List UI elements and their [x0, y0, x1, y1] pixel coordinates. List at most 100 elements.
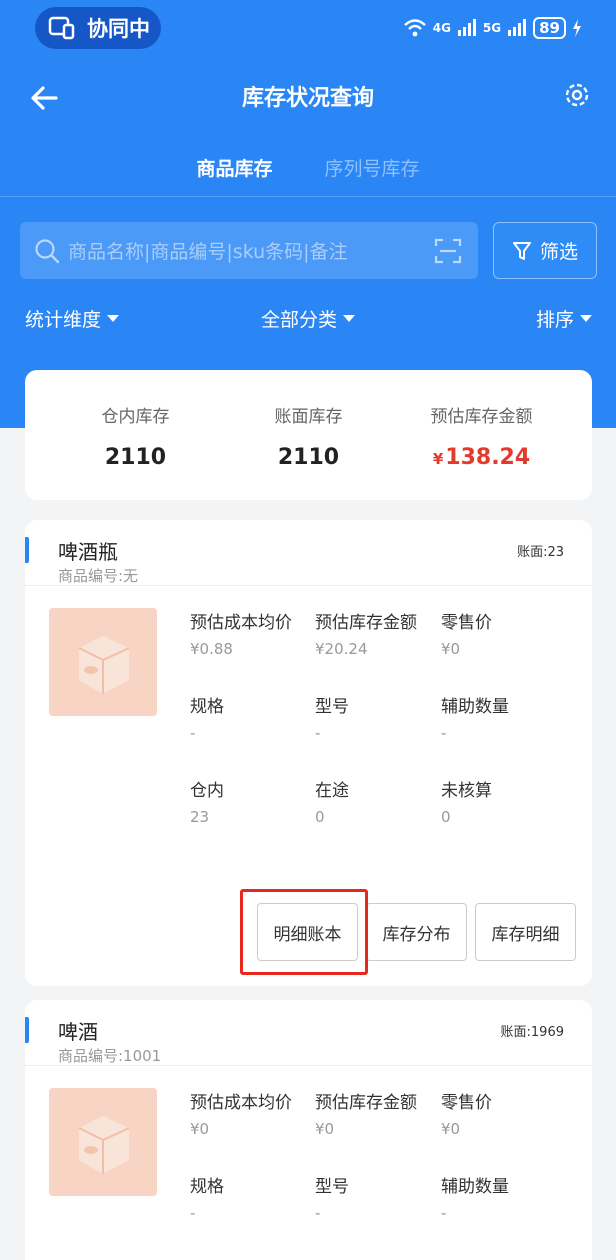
search-icon — [35, 238, 60, 263]
field-aux-qty: 辅助数量 - — [441, 1172, 571, 1222]
accent-bar — [25, 1017, 29, 1043]
field-label: 辅助数量 — [441, 697, 509, 717]
summary-amount: 预估库存金额 ¥138.24 — [387, 402, 576, 470]
status-bar: 协同中 4G 5G 89 — [0, 0, 616, 56]
page-title: 库存状况查询 — [241, 86, 374, 111]
field-label: 仓内 — [190, 781, 224, 801]
field-value: - — [315, 1204, 321, 1222]
product-card-header: 啤酒瓶 商品编号:无 账面:23 — [25, 520, 592, 586]
network-2-label: 5G — [482, 21, 502, 35]
highlight-box — [240, 889, 368, 975]
field-amount: 预估库存金额 ¥20.24 — [315, 608, 445, 658]
caret-down-icon — [580, 315, 592, 322]
sync-label: 协同中 — [87, 17, 150, 41]
field-in-transit: 在途 0 — [315, 776, 445, 826]
field-value: ¥0 — [315, 1120, 335, 1138]
summary-amount-number: 138.24 — [445, 445, 531, 470]
summary-book: 账面库存 2110 — [214, 402, 403, 470]
summary-warehouse: 仓内库存 2110 — [41, 402, 230, 470]
summary-card: 仓内库存 2110 账面库存 2110 预估库存金额 ¥138.24 — [25, 370, 592, 500]
field-value: - — [190, 1204, 196, 1222]
status-indicators: 4G 5G 89 — [403, 14, 582, 42]
signal-1-icon — [457, 19, 476, 36]
stock-detail-button[interactable]: 库存明细 — [475, 903, 576, 961]
product-card[interactable]: 啤酒 商品编号:1001 账面:1969 预估成本均价 ¥0 预估库存金额 ¥0… — [25, 1000, 592, 1260]
wifi-icon — [403, 19, 426, 37]
field-label: 预估库存金额 — [315, 613, 417, 633]
header-background — [0, 0, 616, 428]
category-dropdown[interactable]: 全部分类 — [261, 305, 356, 332]
product-card-header: 啤酒 商品编号:1001 账面:1969 — [25, 1000, 592, 1066]
filter-button[interactable]: 筛选 — [493, 222, 597, 279]
tab-product-stock[interactable]: 商品库存 — [196, 140, 272, 196]
field-value: ¥0 — [441, 640, 461, 658]
field-retail: 零售价 ¥0 — [441, 1088, 571, 1138]
product-book-qty: 账面:1969 — [500, 1025, 564, 1040]
stat-dimension-dropdown[interactable]: 统计维度 — [25, 305, 120, 332]
tab-bar: 商品库存 序列号库存 — [0, 140, 616, 196]
sort-label: 排序 — [535, 309, 574, 331]
summary-warehouse-value: 2110 — [104, 445, 167, 470]
network-1-label: 4G — [432, 21, 451, 35]
field-spec: 规格 - — [190, 692, 320, 742]
field-label: 规格 — [190, 1177, 224, 1197]
dimension-bar: 统计维度 全部分类 排序 — [0, 305, 616, 345]
product-box-image — [49, 608, 157, 716]
summary-book-label: 账面库存 — [274, 407, 343, 427]
field-aux-qty: 辅助数量 - — [441, 692, 571, 742]
caret-down-icon — [343, 315, 356, 322]
scan-icon[interactable] — [434, 237, 462, 265]
gear-icon[interactable] — [562, 80, 592, 110]
filter-label: 筛选 — [539, 241, 578, 263]
summary-warehouse-label: 仓内库存 — [101, 407, 170, 427]
field-model: 型号 - — [315, 692, 445, 742]
tab-serial-stock[interactable]: 序列号库存 — [325, 140, 420, 196]
field-avg-cost: 预估成本均价 ¥0 — [190, 1088, 320, 1138]
currency-symbol: ¥ — [432, 450, 444, 468]
field-value: ¥0.88 — [190, 640, 233, 658]
field-label: 型号 — [315, 1177, 349, 1197]
field-value: - — [315, 724, 321, 742]
field-label: 在途 — [315, 781, 349, 801]
field-label: 规格 — [190, 697, 224, 717]
funnel-icon — [512, 241, 531, 260]
field-label: 预估成本均价 — [190, 613, 292, 633]
field-value: ¥0 — [190, 1120, 210, 1138]
field-value: 23 — [190, 808, 210, 826]
field-value: - — [441, 724, 447, 742]
devices-icon — [48, 16, 75, 40]
field-value: - — [190, 724, 196, 742]
field-label: 零售价 — [441, 613, 492, 633]
summary-amount-label: 预估库存金额 — [430, 407, 533, 427]
field-model: 型号 - — [315, 1172, 445, 1222]
field-spec: 规格 - — [190, 1172, 320, 1222]
field-label: 型号 — [315, 697, 349, 717]
sync-badge[interactable]: 协同中 — [35, 7, 161, 49]
battery-indicator: 89 — [533, 17, 566, 39]
field-avg-cost: 预估成本均价 ¥0.88 — [190, 608, 320, 658]
product-code: 商品编号:1001 — [58, 1047, 162, 1065]
charging-icon — [573, 19, 581, 37]
search-input[interactable]: 商品名称|商品编号|sku条码|备注 — [68, 237, 434, 264]
stat-dimension-label: 统计维度 — [25, 309, 102, 331]
field-in-warehouse: 仓内 23 — [190, 776, 320, 826]
product-code: 商品编号:无 — [58, 567, 139, 585]
field-unsettled: 未核算 0 — [441, 776, 571, 826]
field-label: 未核算 — [441, 781, 492, 801]
stock-distribution-button[interactable]: 库存分布 — [366, 903, 467, 961]
product-name: 啤酒瓶 — [58, 540, 118, 564]
sort-dropdown[interactable]: 排序 — [536, 305, 592, 332]
caret-down-icon — [107, 315, 120, 322]
field-label: 辅助数量 — [441, 1177, 509, 1197]
product-book-qty: 账面:23 — [517, 545, 564, 560]
field-label: 预估成本均价 — [190, 1093, 292, 1113]
product-box-image — [49, 1088, 157, 1196]
field-value: ¥20.24 — [315, 640, 368, 658]
field-amount: 预估库存金额 ¥0 — [315, 1088, 445, 1138]
category-label: 全部分类 — [261, 309, 338, 331]
accent-bar — [25, 537, 29, 563]
field-value: 0 — [441, 808, 451, 826]
search-bar[interactable]: 商品名称|商品编号|sku条码|备注 — [20, 222, 478, 279]
field-value: - — [441, 1204, 447, 1222]
summary-amount-value: ¥138.24 — [387, 445, 576, 470]
